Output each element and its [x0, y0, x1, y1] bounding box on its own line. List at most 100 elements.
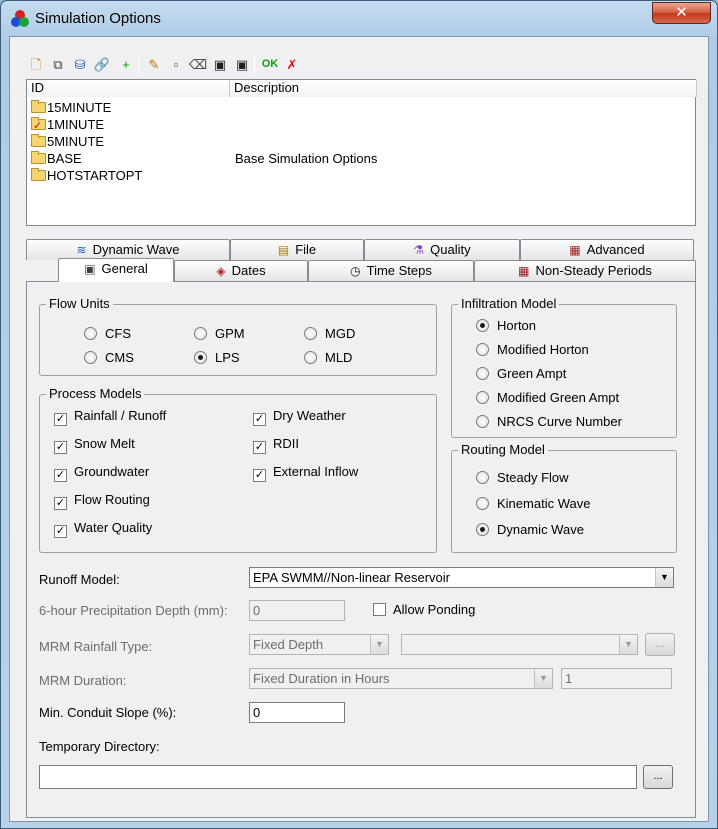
- infiltration-modified-horton-radio[interactable]: Modified Horton: [476, 342, 589, 358]
- mrm-rainfall-sub-select[interactable]: ▼: [401, 634, 638, 655]
- list-item[interactable]: BASE Base Simulation Options: [27, 150, 695, 167]
- tab-dynamic-wave[interactable]: ≋ Dynamic Wave: [26, 239, 230, 260]
- flow-units-lps-radio[interactable]: LPS: [194, 350, 240, 366]
- mrm-duration-select[interactable]: Fixed Duration in Hours ▼: [249, 668, 553, 689]
- radio-button[interactable]: [476, 415, 489, 428]
- checkbox-box[interactable]: ✓: [54, 497, 67, 510]
- external-inflow-checkbox[interactable]: ✓ External Inflow: [253, 464, 358, 482]
- save-icon[interactable]: ▣: [210, 53, 230, 75]
- tab-dates[interactable]: ◈ Dates: [174, 260, 308, 281]
- runoff-model-select[interactable]: EPA SWMM//Non-linear Reservoir ▼: [249, 567, 674, 588]
- edit-pencil-icon[interactable]: ✎: [144, 53, 164, 75]
- temp-dir-input[interactable]: [39, 765, 637, 789]
- radio-button[interactable]: [304, 351, 317, 364]
- tab-general[interactable]: ▣ General: [58, 258, 174, 282]
- save-as-icon[interactable]: ▣: [232, 53, 252, 75]
- checkbox-box[interactable]: ✓: [54, 469, 67, 482]
- checkbox-box[interactable]: ✓: [253, 413, 266, 426]
- checkbox-box[interactable]: ✓: [54, 413, 67, 426]
- radio-button[interactable]: [476, 391, 489, 404]
- list-item[interactable]: ✓ 1MINUTE: [27, 116, 695, 133]
- water-quality-checkbox[interactable]: ✓ Water Quality: [54, 520, 152, 538]
- radio-label: Horton: [497, 318, 537, 333]
- temp-dir-label: Temporary Directory:: [39, 739, 160, 754]
- flow-routing-checkbox[interactable]: ✓ Flow Routing: [54, 492, 150, 510]
- chevron-down-icon[interactable]: ▼: [370, 635, 388, 654]
- flow-units-gpm-radio[interactable]: GPM: [194, 326, 245, 342]
- add-item-icon[interactable]: +: [116, 53, 136, 75]
- radio-button[interactable]: [476, 471, 489, 484]
- routing-model-group: Routing Model Steady Flow Kinematic Wave D…: [451, 442, 677, 553]
- radio-button[interactable]: [476, 319, 489, 332]
- routing-steady-flow-radio[interactable]: Steady Flow: [476, 470, 569, 486]
- title-bar[interactable]: Simulation Options ✕: [1, 1, 717, 35]
- mrm-duration-input[interactable]: 1: [561, 668, 672, 689]
- radio-button[interactable]: [304, 327, 317, 340]
- radio-label: GPM: [215, 326, 245, 341]
- infiltration-green-ampt-radio[interactable]: Green Ampt: [476, 366, 566, 382]
- routing-kinematic-wave-radio[interactable]: Kinematic Wave: [476, 496, 590, 512]
- radio-button[interactable]: [84, 351, 97, 364]
- mrm-rainfall-browse-button[interactable]: ...: [645, 633, 675, 656]
- eraser-icon[interactable]: ⌫: [188, 53, 208, 75]
- infiltration-modified-green-ampt-radio[interactable]: Modified Green Ampt: [476, 390, 619, 406]
- copy-icon[interactable]: ⧉: [48, 53, 68, 75]
- tab-label: Time Steps: [366, 263, 432, 278]
- tab-file[interactable]: ▤ File: [230, 239, 364, 260]
- allow-ponding-checkbox[interactable]: Allow Ponding: [373, 602, 475, 618]
- options-list[interactable]: ID Description 15MINUTE ✓ 1MINUTE 5MINUTE BA…: [26, 79, 697, 226]
- flow-units-cfs-radio[interactable]: CFS: [84, 326, 131, 342]
- checkbox-box[interactable]: ✓: [54, 441, 67, 454]
- snow-melt-checkbox[interactable]: ✓ Snow Melt: [54, 436, 135, 454]
- radio-button[interactable]: [476, 367, 489, 380]
- tab-time-steps[interactable]: ◷ Time Steps: [308, 260, 474, 281]
- dry-weather-checkbox[interactable]: ✓ Dry Weather: [253, 408, 346, 426]
- cancel-icon[interactable]: ✗: [282, 53, 302, 75]
- radio-button[interactable]: [476, 343, 489, 356]
- infiltration-horton-radio[interactable]: Horton: [476, 318, 536, 334]
- rdii-checkbox[interactable]: ✓ RDII: [253, 436, 299, 454]
- column-id[interactable]: ID: [27, 80, 230, 97]
- rainfall-runoff-checkbox[interactable]: ✓ Rainfall / Runoff: [54, 408, 166, 426]
- list-item[interactable]: HOTSTARTOPT: [27, 167, 695, 184]
- chevron-down-icon[interactable]: ▼: [534, 669, 552, 688]
- temp-dir-browse-button[interactable]: ...: [643, 765, 673, 789]
- radio-label: CFS: [105, 326, 131, 341]
- precip-depth-input[interactable]: 0: [249, 600, 345, 621]
- radio-button[interactable]: [476, 523, 489, 536]
- list-item[interactable]: 15MINUTE: [27, 99, 695, 116]
- checkbox-box[interactable]: ✓: [253, 469, 266, 482]
- list-item[interactable]: 5MINUTE: [27, 133, 695, 150]
- ok-icon[interactable]: OK: [260, 53, 280, 75]
- mrm-rainfall-value: Fixed Depth: [253, 637, 324, 652]
- database-icon[interactable]: ⛁: [70, 53, 90, 75]
- flow-units-mld-radio[interactable]: MLD: [304, 350, 352, 366]
- radio-button[interactable]: [84, 327, 97, 340]
- link-icon[interactable]: 🔗: [92, 53, 112, 75]
- chevron-down-icon[interactable]: ▼: [619, 635, 637, 654]
- radio-button[interactable]: [476, 497, 489, 510]
- checkbox-box[interactable]: ✓: [54, 525, 67, 538]
- checkbox-box[interactable]: [373, 603, 386, 616]
- item-id: 1MINUTE: [47, 117, 105, 132]
- radio-button[interactable]: [194, 351, 207, 364]
- tab-non-steady-periods[interactable]: ▦ Non-Steady Periods: [474, 260, 696, 281]
- chevron-down-icon[interactable]: ▼: [655, 568, 673, 587]
- routing-dynamic-wave-radio[interactable]: Dynamic Wave: [476, 522, 584, 538]
- tab-advanced[interactable]: ▦ Advanced: [520, 239, 694, 260]
- column-description[interactable]: Description: [230, 80, 697, 97]
- radio-button[interactable]: [194, 327, 207, 340]
- edit-window-icon[interactable]: ▫: [166, 53, 186, 75]
- new-icon[interactable]: 🗋: [26, 53, 46, 75]
- close-button[interactable]: ✕: [652, 2, 711, 24]
- groundwater-checkbox[interactable]: ✓ Groundwater: [54, 464, 149, 482]
- flow-units-mgd-radio[interactable]: MGD: [304, 326, 355, 342]
- general-tab-panel: Flow Units CFS GPM MGD CMS LPS MLD Process Mo…: [26, 281, 696, 818]
- infiltration-nrcs-curve-number-radio[interactable]: NRCS Curve Number: [476, 414, 622, 430]
- flow-units-cms-radio[interactable]: CMS: [84, 350, 134, 366]
- mrm-rainfall-select[interactable]: Fixed Depth ▼: [249, 634, 389, 655]
- checkbox-label: RDII: [273, 436, 299, 451]
- checkbox-box[interactable]: ✓: [253, 441, 266, 454]
- tab-quality[interactable]: ⚗ Quality: [364, 239, 520, 260]
- min-slope-input[interactable]: 0: [249, 702, 345, 723]
